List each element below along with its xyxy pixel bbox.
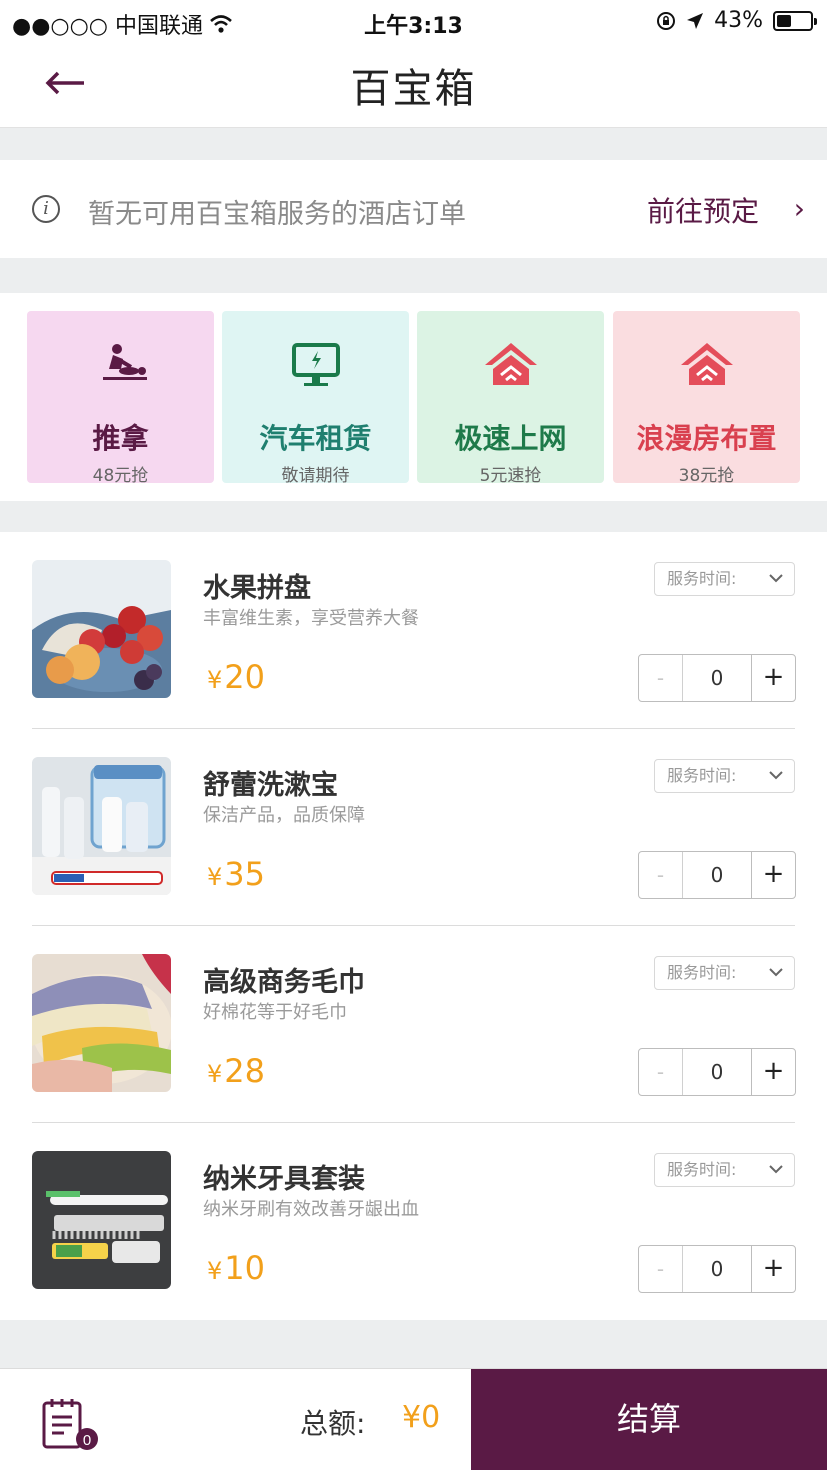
list-item: 水果拼盘 丰富维生素，享受营养大餐 ¥20 服务时间: - 0 + xyxy=(0,532,827,729)
product-image-toiletries xyxy=(32,757,171,895)
increment-button[interactable]: + xyxy=(751,852,795,898)
notice-bar: i 暂无可用百宝箱服务的酒店订单 前往预定 › xyxy=(0,160,827,258)
increment-button[interactable]: + xyxy=(751,1049,795,1095)
list-item: 纳米牙具套装 纳米牙刷有效改善牙龈出血 ¥10 服务时间: - 0 + xyxy=(0,1123,827,1320)
service-card-internet[interactable]: 极速上网 5元速抢 xyxy=(417,311,604,486)
order-list-icon[interactable]: 0 xyxy=(40,1395,102,1451)
go-book-link[interactable]: 前往预定 xyxy=(647,190,759,230)
currency-symbol: ¥ xyxy=(207,1060,223,1088)
location-icon xyxy=(687,12,704,29)
total-label: 总额: xyxy=(300,1407,366,1440)
quantity-stepper: - 0 + xyxy=(638,851,796,899)
status-right: 43% xyxy=(656,8,817,33)
decrement-button[interactable]: - xyxy=(639,1246,683,1292)
battery-percent: 43% xyxy=(714,8,763,33)
quantity-value: 0 xyxy=(710,863,724,887)
quantity-value: 0 xyxy=(710,1257,724,1281)
service-name: 推拿 xyxy=(92,422,149,455)
service-time-select[interactable]: 服务时间: xyxy=(654,956,795,990)
product-price: ¥20 xyxy=(207,658,265,696)
chevron-down-icon xyxy=(768,563,784,606)
service-name: 浪漫房布置 xyxy=(636,422,777,455)
house-icon xyxy=(613,341,800,389)
massage-icon xyxy=(27,341,214,389)
chevron-down-icon xyxy=(768,760,784,803)
quantity-value: 0 xyxy=(710,666,724,690)
service-name: 汽车租赁 xyxy=(259,422,372,455)
lock-rotation-icon xyxy=(657,11,676,30)
wifi-house-icon xyxy=(417,341,604,389)
service-time-label: 服务时间: xyxy=(667,963,737,982)
service-sub: 5元速抢 xyxy=(479,466,542,486)
monitor-icon xyxy=(222,341,409,389)
service-sub: 48元抢 xyxy=(92,466,149,486)
product-desc: 好棉花等于好毛巾 xyxy=(203,1002,347,1023)
product-image-fruit-platter xyxy=(32,560,171,698)
total-value: ¥0 xyxy=(402,1400,441,1435)
nav-bar: 百宝箱 xyxy=(0,42,827,128)
service-time-label: 服务时间: xyxy=(667,1160,737,1179)
section-gap xyxy=(0,1320,827,1368)
service-card-massage[interactable]: 推拿 48元抢 xyxy=(27,311,214,486)
price-value: 28 xyxy=(224,1052,265,1090)
chevron-down-icon xyxy=(768,1154,784,1197)
product-desc: 保洁产品，品质保障 xyxy=(203,805,365,826)
product-desc: 丰富维生素，享受营养大餐 xyxy=(203,608,419,629)
battery-icon xyxy=(773,10,817,31)
price-value: 20 xyxy=(224,658,265,696)
product-image-toothbrush-kit xyxy=(32,1151,171,1289)
service-card-romantic-room[interactable]: 浪漫房布置 38元抢 xyxy=(613,311,800,486)
service-card-car-rental[interactable]: 汽车租赁 敬请期待 xyxy=(222,311,409,486)
status-bar: ●●○○○ 中国联通 上午3:13 43% xyxy=(0,0,827,42)
currency-symbol: ¥ xyxy=(207,666,223,694)
chevron-down-icon xyxy=(768,957,784,1000)
product-title: 水果拼盘 xyxy=(203,573,311,604)
product-price: ¥35 xyxy=(207,855,265,893)
quantity-stepper: - 0 + xyxy=(638,654,796,702)
currency-symbol: ¥ xyxy=(207,1257,223,1285)
page-title: 百宝箱 xyxy=(350,66,477,112)
service-time-select[interactable]: 服务时间: xyxy=(654,759,795,793)
service-name: 极速上网 xyxy=(454,422,567,455)
list-item: 舒蕾洗漱宝 保洁产品，品质保障 ¥35 服务时间: - 0 + xyxy=(0,729,827,926)
section-gap xyxy=(0,501,827,532)
product-price: ¥10 xyxy=(207,1249,265,1287)
service-time-select[interactable]: 服务时间: xyxy=(654,562,795,596)
increment-button[interactable]: + xyxy=(751,655,795,701)
decrement-button[interactable]: - xyxy=(639,655,683,701)
currency-symbol: ¥ xyxy=(207,863,223,891)
section-gap xyxy=(0,258,827,293)
service-grid: 推拿 48元抢 汽车租赁 敬请期待 极速上网 5元速抢 浪漫房布置 38元抢 xyxy=(0,293,827,501)
product-title: 纳米牙具套装 xyxy=(203,1164,365,1195)
cart-count-badge: 0 xyxy=(83,1432,91,1449)
decrement-button[interactable]: - xyxy=(639,1049,683,1095)
service-sub: 敬请期待 xyxy=(281,466,350,486)
product-image-towels xyxy=(32,954,171,1092)
chevron-right-icon[interactable]: › xyxy=(794,192,805,225)
product-list: 水果拼盘 丰富维生素，享受营养大餐 ¥20 服务时间: - 0 + 舒蕾洗漱宝 … xyxy=(0,532,827,1320)
product-price: ¥28 xyxy=(207,1052,265,1090)
info-icon: i xyxy=(32,195,60,223)
quantity-stepper: - 0 + xyxy=(638,1048,796,1096)
product-title: 高级商务毛巾 xyxy=(203,967,365,998)
increment-button[interactable]: + xyxy=(751,1246,795,1292)
quantity-value: 0 xyxy=(710,1060,724,1084)
price-value: 10 xyxy=(224,1249,265,1287)
quantity-stepper: - 0 + xyxy=(638,1245,796,1293)
service-time-label: 服务时间: xyxy=(667,766,737,785)
price-value: 35 xyxy=(224,855,265,893)
product-desc: 纳米牙刷有效改善牙龈出血 xyxy=(203,1199,419,1220)
checkout-button[interactable]: 结算 xyxy=(471,1369,827,1470)
service-time-label: 服务时间: xyxy=(667,569,737,588)
notice-message: 暂无可用百宝箱服务的酒店订单 xyxy=(88,199,466,230)
decrement-button[interactable]: - xyxy=(639,852,683,898)
service-time-select[interactable]: 服务时间: xyxy=(654,1153,795,1187)
section-gap xyxy=(0,128,827,160)
product-title: 舒蕾洗漱宝 xyxy=(203,770,338,801)
service-sub: 38元抢 xyxy=(678,466,735,486)
list-item: 高级商务毛巾 好棉花等于好毛巾 ¥28 服务时间: - 0 + xyxy=(0,926,827,1123)
bottom-bar: 0 总额: ¥0 结算 xyxy=(0,1368,827,1470)
